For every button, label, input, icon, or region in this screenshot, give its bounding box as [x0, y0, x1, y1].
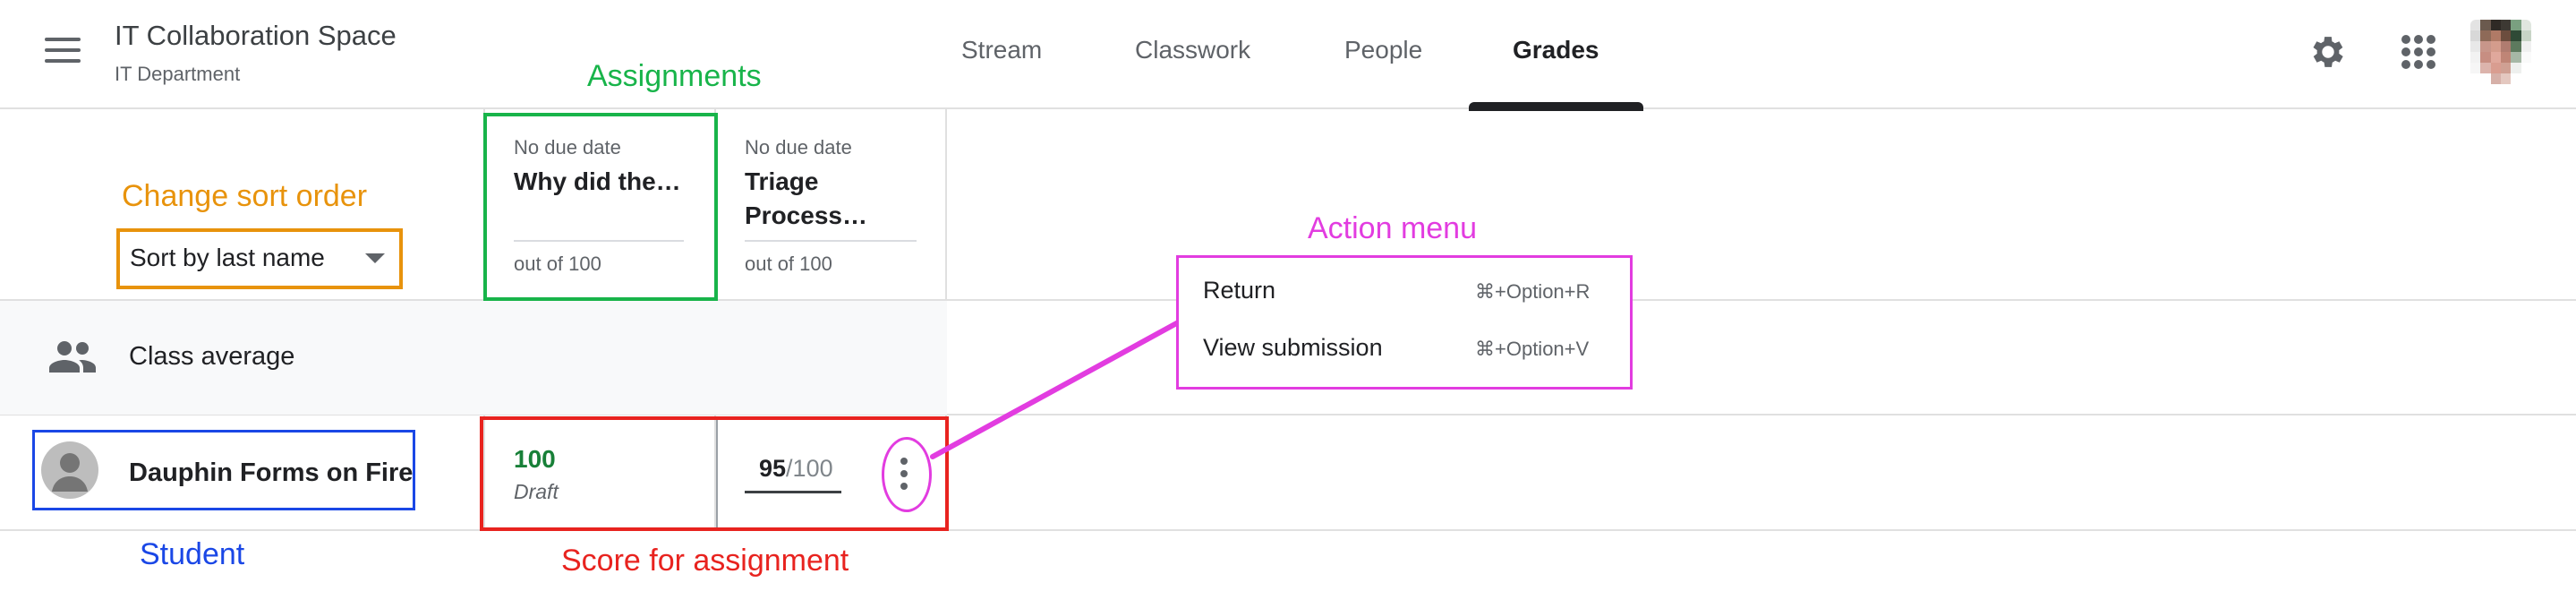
shortcut-view-submission: ⌘+Option+V: [1475, 338, 1590, 360]
top-app-bar: [0, 0, 2576, 109]
annotation-connector: [930, 318, 1184, 459]
student-annotation: Student: [140, 537, 245, 571]
grade-status: Draft: [514, 480, 559, 503]
shortcut-return: ⌘+Option+R: [1475, 280, 1591, 303]
assignment-header[interactable]: No due date Why did the… out of 100: [514, 136, 684, 276]
assignment-header[interactable]: No due date Triage Process… out of 100: [745, 136, 917, 276]
points-possible: out of 100: [745, 253, 832, 275]
header-divider: [514, 240, 684, 242]
menu-item-view-submission[interactable]: View submission: [1203, 334, 1383, 362]
assignments-annotation: Assignments: [587, 59, 762, 93]
score-highlight: [480, 416, 949, 531]
sort-select-value[interactable]: Sort by last name: [130, 244, 325, 272]
student-name[interactable]: Dauphin Forms on Fire: [129, 458, 413, 488]
class-average-label: Class average: [129, 342, 295, 371]
tab-stream[interactable]: Stream: [961, 36, 1042, 64]
due-date-label: No due date: [514, 136, 621, 158]
menu-item-return[interactable]: Return: [1203, 277, 1275, 304]
tab-grades[interactable]: Grades: [1513, 36, 1599, 64]
row-divider: [0, 529, 2576, 531]
score-annotation: Score for assignment: [561, 544, 849, 578]
chevron-down-icon[interactable]: [365, 253, 385, 263]
action-menu-annotation: Action menu: [1308, 211, 1477, 245]
grade-input[interactable]: 95/100: [759, 455, 833, 483]
header-divider: [745, 240, 917, 242]
more-vert-icon[interactable]: [900, 458, 908, 490]
sort-annotation: Change sort order: [122, 179, 368, 213]
points-possible: out of 100: [514, 253, 601, 275]
assignment-title[interactable]: Why did the…: [514, 165, 684, 233]
grade-score[interactable]: 100: [514, 445, 556, 474]
active-tab-indicator: [1469, 102, 1643, 111]
grade-denominator: /100: [786, 455, 833, 482]
account-avatar[interactable]: [2470, 20, 2531, 84]
class-subtitle: IT Department: [115, 63, 241, 85]
action-menu: [1176, 255, 1633, 390]
apps-grid-icon[interactable]: [2401, 35, 2435, 69]
tab-people[interactable]: People: [1344, 36, 1422, 64]
grade-input-value[interactable]: 95: [759, 455, 786, 482]
class-title[interactable]: IT Collaboration Space: [115, 20, 397, 52]
tab-classwork[interactable]: Classwork: [1135, 36, 1250, 64]
people-icon: [49, 341, 96, 373]
assignment-title[interactable]: Triage Process…: [745, 165, 917, 233]
gear-icon[interactable]: [2307, 31, 2349, 73]
hamburger-menu-icon[interactable]: [45, 38, 81, 63]
student-avatar: [41, 441, 98, 499]
grade-input-underline: [745, 491, 841, 493]
due-date-label: No due date: [745, 136, 852, 158]
